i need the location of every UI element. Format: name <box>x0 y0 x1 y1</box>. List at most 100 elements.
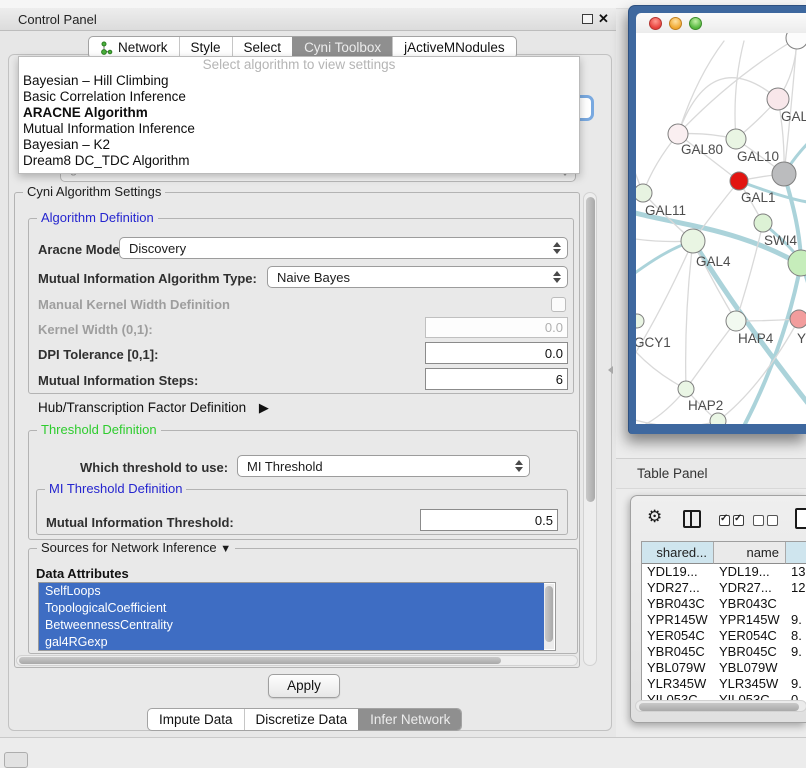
table-row[interactable]: YLR345WYLR345W9. <box>642 676 806 692</box>
aracne-mode-combo[interactable]: Discovery <box>119 237 568 259</box>
tab-discretize-data[interactable]: Discretize Data <box>244 709 359 730</box>
table-cell[interactable]: YBR045C <box>642 644 714 660</box>
network-edge[interactable] <box>686 321 736 389</box>
data-attribute-item[interactable]: SelfLoops <box>39 583 544 600</box>
tab-select[interactable]: Select <box>232 37 293 58</box>
table-cell[interactable]: 12 <box>786 580 806 596</box>
network-node[interactable] <box>636 184 652 202</box>
tab-infer-network[interactable]: Infer Network <box>358 709 461 730</box>
table-cell[interactable]: 8. <box>786 628 806 644</box>
network-edge[interactable] <box>678 41 724 134</box>
network-node[interactable] <box>678 381 694 397</box>
table-cell[interactable]: YPR145W <box>714 612 786 628</box>
network-node[interactable] <box>681 229 705 253</box>
algorithm-popup-item[interactable]: Basic Correlation Inference <box>19 89 579 105</box>
list-vscroll-thumb[interactable] <box>545 586 553 642</box>
network-edge[interactable] <box>693 241 736 321</box>
kernel-width-field[interactable]: 0.0 <box>425 317 568 338</box>
data-attribute-item[interactable]: TopologicalCoefficient <box>39 600 544 617</box>
table-cell[interactable]: 9. <box>786 644 806 660</box>
table-hscroll-thumb[interactable] <box>639 703 799 711</box>
close-icon[interactable]: ✕ <box>598 11 609 27</box>
table-cell[interactable]: YDR27... <box>642 580 714 596</box>
minimize-traffic-light[interactable] <box>669 17 682 30</box>
network-node[interactable] <box>668 124 688 144</box>
hub-definition-toggle[interactable]: Hub/Transcription Factor Definition ▶ <box>38 400 269 416</box>
settings-hscroll-thumb[interactable] <box>19 657 501 664</box>
settings-horizontal-scrollbar[interactable] <box>16 655 578 666</box>
tab-network[interactable]: Network <box>89 37 179 58</box>
list-vscroll-track[interactable] <box>544 584 554 649</box>
algorithm-popup-item[interactable]: Bayesian – K2 <box>19 137 579 153</box>
expand-right-icon[interactable]: ▶ <box>259 400 269 415</box>
tab-impute-data[interactable]: Impute Data <box>148 709 244 730</box>
table-cell[interactable] <box>786 660 806 676</box>
network-edge[interactable] <box>678 78 778 134</box>
table-cell[interactable]: YLR345W <box>714 676 786 692</box>
network-node[interactable] <box>710 413 726 424</box>
gear-icon[interactable]: ⚙ <box>647 507 662 527</box>
mi-algorithm-type-combo[interactable]: Naive Bayes <box>267 266 568 288</box>
network-window-titlebar[interactable] <box>636 13 806 33</box>
table-cell[interactable]: YBL079W <box>714 660 786 676</box>
column-header-partial[interactable] <box>786 542 806 564</box>
column-header-shared-name[interactable]: shared... <box>642 542 714 564</box>
network-edge[interactable] <box>735 41 744 139</box>
dpi-tolerance-field[interactable]: 0.0 <box>425 342 568 364</box>
which-threshold-combo[interactable]: MI Threshold <box>237 455 530 477</box>
algorithm-popup-item[interactable]: ARACNE Algorithm <box>19 105 579 121</box>
table-row[interactable]: YDR27...YDR27...12 <box>642 580 806 596</box>
table-row[interactable]: YPR145WYPR145W9. <box>642 612 806 628</box>
network-canvas[interactable]: GALGAL80GAL10GAL1GAL11SWI4GAL4GCY1HAP4YH… <box>636 33 806 424</box>
network-node[interactable] <box>730 172 748 190</box>
table-cell[interactable]: YER054C <box>642 628 714 644</box>
table-cell[interactable]: 9. <box>786 676 806 692</box>
table-cell[interactable]: YLR345W <box>642 676 714 692</box>
select-all-checks-icon[interactable] <box>719 513 744 531</box>
panel-collapse-arrow[interactable] <box>608 366 613 374</box>
network-view-window[interactable]: GALGAL80GAL10GAL1GAL11SWI4GAL4GCY1HAP4YH… <box>628 5 806 434</box>
network-edge[interactable] <box>686 241 693 389</box>
algorithm-popup-item[interactable]: Dream8 DC_TDC Algorithm <box>19 153 579 169</box>
deselect-all-checks-icon[interactable] <box>753 513 778 531</box>
columns-icon[interactable] <box>683 510 701 528</box>
table-row[interactable]: YDL19...YDL19...13 <box>642 564 806 580</box>
settings-vscroll-thumb[interactable] <box>586 197 595 502</box>
new-table-icon[interactable] <box>795 508 806 529</box>
zoom-traffic-light[interactable] <box>689 17 702 30</box>
table-cell[interactable]: YBR045C <box>714 644 786 660</box>
table-cell[interactable]: YBR043C <box>642 596 714 612</box>
table-row[interactable]: YER054CYER054C8. <box>642 628 806 644</box>
close-traffic-light[interactable] <box>649 17 662 30</box>
mi-steps-field[interactable]: 6 <box>425 368 568 390</box>
network-node[interactable] <box>767 88 789 110</box>
network-node[interactable] <box>790 310 806 328</box>
column-header-name[interactable]: name <box>714 542 786 564</box>
collapse-down-icon[interactable]: ▼ <box>220 543 231 555</box>
table-cell[interactable]: YDL19... <box>714 564 786 580</box>
table-cell[interactable]: YDR27... <box>714 580 786 596</box>
tab-jactivemnodules[interactable]: jActiveMNodules <box>392 37 516 58</box>
data-attribute-item[interactable]: BetweennessCentrality <box>39 617 544 634</box>
table-cell[interactable] <box>786 596 806 612</box>
algorithm-popup-item[interactable]: Bayesian – Hill Climbing <box>19 73 579 89</box>
table-cell[interactable]: YBR043C <box>714 596 786 612</box>
table-cell[interactable]: YDL19... <box>642 564 714 580</box>
network-node[interactable] <box>788 250 806 276</box>
table-panel-header[interactable]: Table Panel <box>616 458 806 489</box>
data-attributes-list[interactable]: SelfLoopsTopologicalCoefficientBetweenne… <box>38 582 556 651</box>
table-cell[interactable]: YPR145W <box>642 612 714 628</box>
float-window-icon[interactable] <box>582 14 593 24</box>
network-node[interactable] <box>786 33 806 49</box>
network-edge[interactable] <box>678 38 797 134</box>
network-node[interactable] <box>726 311 746 331</box>
network-node[interactable] <box>754 214 772 232</box>
control-panel-titlebar[interactable]: Control Panel ✕ <box>0 8 616 31</box>
network-node[interactable] <box>772 162 796 186</box>
table-hscroll-track[interactable] <box>635 700 806 712</box>
network-node[interactable] <box>726 129 746 149</box>
data-attribute-item[interactable]: gal4RGexp <box>39 634 544 651</box>
bottom-left-button[interactable] <box>4 752 28 768</box>
apply-button[interactable]: Apply <box>268 674 340 698</box>
table-cell[interactable]: YBL079W <box>642 660 714 676</box>
